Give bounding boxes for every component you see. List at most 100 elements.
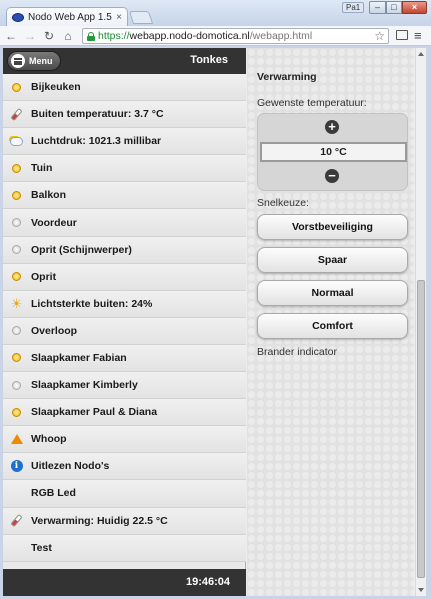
device-row-test[interactable]: Test	[3, 534, 246, 562]
minimize-button[interactable]: –	[369, 1, 386, 14]
browser-toolbar: ← → ↻ ⌂ https:// webapp.nodo-domotica.nl…	[0, 26, 431, 46]
thermometer-icon	[10, 108, 23, 121]
clock: 19:46:04	[185, 576, 230, 588]
tab-close-icon[interactable]: ×	[116, 12, 122, 23]
device-row-buiten-temperatuur[interactable]: Buiten temperatuur: 3.7 °C	[3, 101, 246, 129]
browser-menu-icon[interactable]: ≡	[414, 29, 422, 42]
decrease-temperature-button[interactable]: −	[325, 169, 339, 183]
device-row-voordeur[interactable]: Voordeur	[3, 209, 246, 237]
device-row-balkon[interactable]: Balkon	[3, 182, 246, 210]
app-footer: 19:46:04	[3, 569, 246, 596]
cast-icon[interactable]	[396, 30, 408, 40]
device-label: RGB Led	[31, 487, 76, 500]
bulb-on-icon	[10, 162, 23, 175]
device-row-oprit-schijnwerper[interactable]: Oprit (Schijnwerper)	[3, 236, 246, 264]
device-row-slaapkamer-kimberly[interactable]: Slaapkamer Kimberly	[3, 372, 246, 400]
hamburger-icon	[11, 54, 25, 68]
preset-vorstbeveiliging-button[interactable]: Vorstbeveiliging	[257, 214, 408, 240]
device-label: Verwarming: Huidig 22.5 °C	[31, 514, 168, 527]
scroll-up-arrow-icon[interactable]	[418, 52, 424, 56]
temperature-stepper: + 10 °C −	[257, 113, 408, 191]
device-list: Bijkeuken Buiten temperatuur: 3.7 °C Luc…	[3, 74, 246, 562]
device-label: Slaapkamer Fabian	[31, 351, 127, 364]
device-label: Lichtsterkte buiten: 24%	[31, 297, 153, 310]
bulb-off-icon	[10, 379, 23, 392]
url-path: /webapp.html	[249, 30, 313, 42]
preset-normaal-button[interactable]: Normaal	[257, 280, 408, 306]
burner-indicator-label: Brander indicator	[257, 346, 337, 358]
device-row-lichtsterkte[interactable]: Lichtsterkte buiten: 24%	[3, 290, 246, 318]
alarm-icon	[10, 433, 23, 446]
device-row-oprit[interactable]: Oprit	[3, 263, 246, 291]
device-row-uitlezen-nodos[interactable]: Uitlezen Nodo's	[3, 453, 246, 481]
heating-title: Verwarming	[257, 71, 317, 83]
device-row-rgb-led[interactable]: RGB Led	[3, 480, 246, 508]
device-row-bijkeuken[interactable]: Bijkeuken	[3, 74, 246, 102]
device-row-slaapkamer-fabian[interactable]: Slaapkamer Fabian	[3, 344, 246, 373]
bulb-on-icon	[10, 351, 23, 364]
scrollbar-thumb[interactable]	[417, 280, 425, 578]
device-row-verwarming[interactable]: Verwarming: Huidig 22.5 °C	[3, 507, 246, 535]
user-profile-badge[interactable]: Pa1	[342, 2, 365, 13]
scroll-down-arrow-icon[interactable]	[418, 588, 424, 592]
device-label: Luchtdruk: 1021.3 millibar	[31, 135, 162, 148]
weather-icon	[10, 135, 23, 148]
url-host: webapp.nodo-domotica.nl	[129, 30, 250, 42]
browser-titlebar: Nodo Web App 1.5 × Pa1 – □ ×	[0, 0, 431, 26]
desired-temperature-label: Gewenste temperatuur:	[257, 97, 367, 109]
bulb-on-icon	[10, 81, 23, 94]
reload-icon[interactable]: ↻	[41, 28, 57, 44]
device-label: Oprit	[31, 270, 57, 283]
bookmark-star-icon[interactable]: ☆	[374, 29, 385, 43]
close-window-button[interactable]: ×	[402, 1, 427, 14]
device-label: Tuin	[31, 162, 53, 175]
device-row-slaapkamer-paul-diana[interactable]: Slaapkamer Paul & Diana	[3, 399, 246, 427]
info-icon	[10, 460, 23, 473]
device-label: Whoop	[31, 433, 67, 446]
url-scheme: https://	[98, 30, 130, 42]
temperature-field[interactable]: 10 °C	[260, 142, 407, 162]
browser-tab[interactable]: Nodo Web App 1.5 ×	[6, 7, 128, 26]
forward-arrow-icon[interactable]: →	[22, 28, 38, 44]
address-bar[interactable]: https:// webapp.nodo-domotica.nl /webapp…	[82, 28, 389, 44]
page-scrollbar[interactable]	[415, 48, 426, 596]
bulb-on-icon	[10, 189, 23, 202]
device-panel: Menu Tonkes Bijkeuken Buiten temperatuur…	[3, 48, 246, 596]
device-label: Test	[31, 541, 52, 554]
device-label: Bijkeuken	[31, 81, 81, 94]
device-label: Buiten temperatuur: 3.7 °C	[31, 108, 164, 121]
bulb-off-icon	[10, 243, 23, 256]
maximize-button[interactable]: □	[386, 1, 402, 14]
page-title: Tonkes	[190, 54, 228, 66]
device-label: Oprit (Schijnwerper)	[31, 243, 132, 256]
menu-button-label: Menu	[29, 56, 53, 66]
device-label: Balkon	[31, 189, 67, 202]
tab-title: Nodo Web App 1.5	[28, 11, 112, 23]
new-tab-button[interactable]	[128, 11, 154, 24]
app-header: Menu Tonkes	[3, 48, 246, 74]
device-label: Slaapkamer Paul & Diana	[31, 406, 158, 419]
web-app: Menu Tonkes Bijkeuken Buiten temperatuur…	[3, 48, 426, 596]
home-icon[interactable]: ⌂	[60, 28, 76, 44]
device-row-tuin[interactable]: Tuin	[3, 155, 246, 183]
bulb-on-icon	[10, 406, 23, 419]
quick-select-label: Snelkeuze:	[257, 197, 309, 209]
device-label: Slaapkamer Kimberly	[31, 379, 138, 392]
device-row-whoop[interactable]: Whoop	[3, 426, 246, 454]
device-row-luchtdruk[interactable]: Luchtdruk: 1021.3 millibar	[3, 128, 246, 156]
device-row-overloop[interactable]: Overloop	[3, 317, 246, 345]
device-label: Voordeur	[31, 216, 77, 229]
bulb-off-icon	[10, 216, 23, 229]
bulb-on-icon	[10, 270, 23, 283]
device-label: Uitlezen Nodo's	[31, 460, 110, 473]
back-arrow-icon[interactable]: ←	[3, 28, 19, 44]
bulb-off-icon	[10, 324, 23, 337]
nodo-favicon-icon	[12, 12, 24, 22]
increase-temperature-button[interactable]: +	[325, 120, 339, 134]
menu-button[interactable]: Menu	[7, 51, 61, 71]
preset-comfort-button[interactable]: Comfort	[257, 313, 408, 339]
preset-spaar-button[interactable]: Spaar	[257, 247, 408, 273]
device-label: Overloop	[31, 324, 78, 337]
sun-icon	[10, 297, 23, 310]
heating-panel: Verwarming Gewenste temperatuur: + 10 °C…	[247, 48, 414, 596]
